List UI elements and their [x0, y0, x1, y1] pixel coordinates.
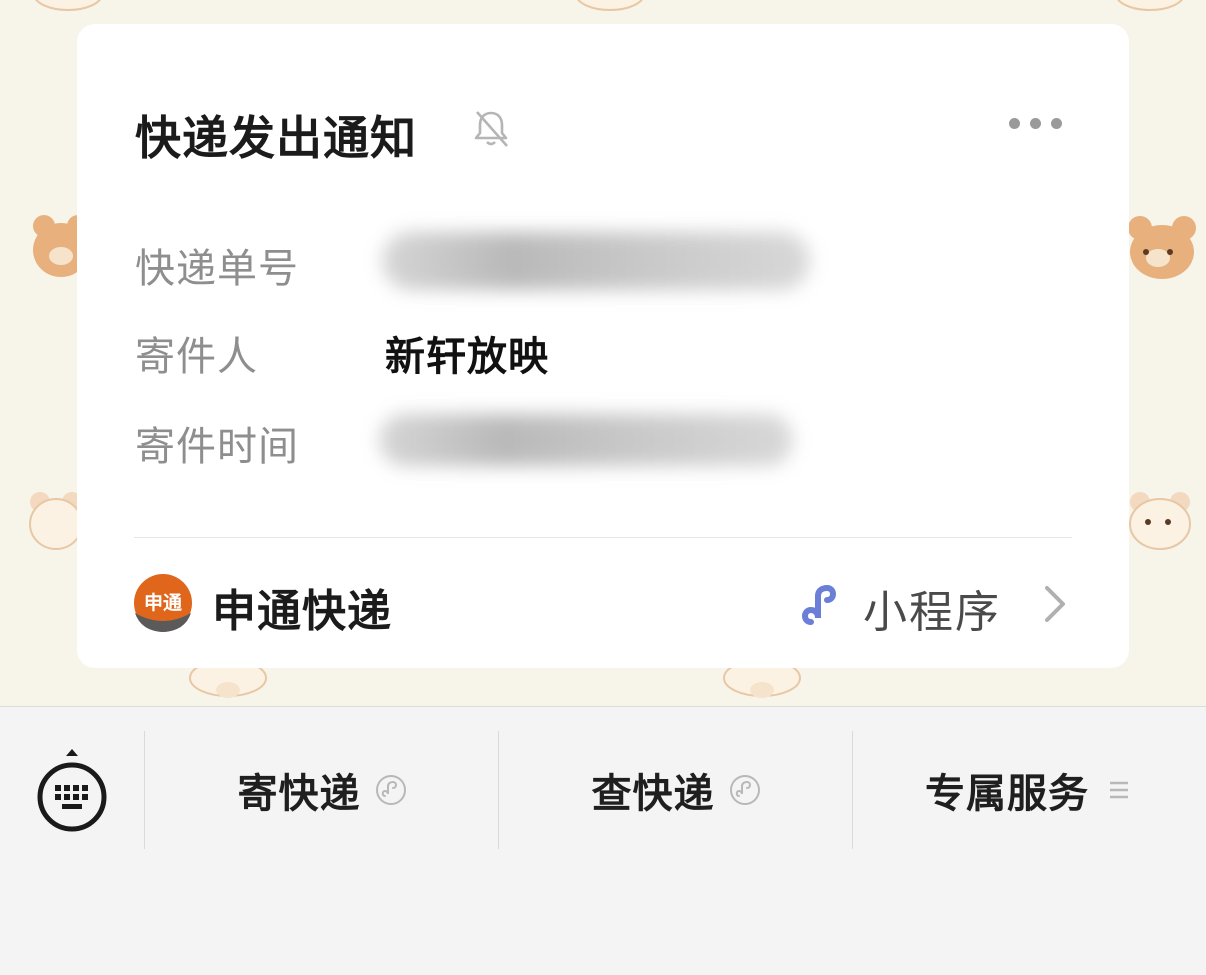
tracking-number-label: 快递单号	[135, 246, 299, 292]
bear-sticker-decoration	[189, 664, 267, 698]
keyboard-toggle-icon[interactable]	[34, 747, 110, 833]
chat-wallpaper: 快递发出通知 快递单号 寄件人 新轩放映 寄件时间 申通 申通快递 小程序	[0, 0, 1206, 706]
brand-name: 申通快递	[212, 586, 392, 637]
bear-sticker-decoration	[1128, 216, 1196, 279]
sto-express-logo: 申通	[134, 574, 192, 632]
mini-program-label: 小程序	[863, 587, 1001, 638]
list-icon	[1110, 781, 1128, 799]
bear-sticker-decoration	[29, 492, 83, 550]
bear-sticker-decoration	[35, 0, 101, 11]
service-menu-bar: 寄快递 查快递 专属服务	[0, 706, 1206, 975]
card-title: 快递发出通知	[135, 111, 417, 165]
mini-program-icon	[375, 775, 406, 805]
brand-logo-text: 申通	[144, 591, 183, 614]
send-time-label: 寄件时间	[135, 424, 299, 470]
tracking-number-redacted	[382, 232, 810, 290]
bear-sticker-decoration	[1117, 0, 1183, 11]
card-divider	[134, 537, 1072, 538]
mini-program-link[interactable]: 小程序	[797, 570, 1067, 638]
menu-item-label: 寄快递	[237, 771, 361, 817]
shipping-notification-card[interactable]: 快递发出通知 快递单号 寄件人 新轩放映 寄件时间 申通 申通快递 小程序	[77, 24, 1129, 668]
menu-item-exclusive-service[interactable]: 专属服务	[854, 737, 1206, 843]
mini-program-icon	[729, 775, 760, 805]
menu-item-label: 专属服务	[925, 771, 1089, 817]
sender-label: 寄件人	[135, 334, 258, 380]
menu-separator	[144, 731, 145, 849]
more-options-icon[interactable]	[1007, 114, 1065, 132]
menu-item-label: 查快递	[591, 771, 715, 817]
chevron-right-icon	[1045, 586, 1065, 622]
bear-sticker-decoration	[577, 0, 643, 11]
send-time-redacted	[379, 414, 793, 466]
mini-program-icon	[802, 584, 836, 625]
bear-sticker-decoration	[1129, 492, 1191, 550]
menu-item-track-package[interactable]: 查快递	[500, 737, 852, 843]
menu-separator	[498, 731, 499, 849]
muted-bell-icon	[474, 111, 508, 147]
menu-item-send-package[interactable]: 寄快递	[146, 737, 498, 843]
sender-value: 新轩放映	[385, 334, 549, 380]
menu-separator	[852, 731, 853, 849]
bear-sticker-decoration	[723, 664, 801, 698]
